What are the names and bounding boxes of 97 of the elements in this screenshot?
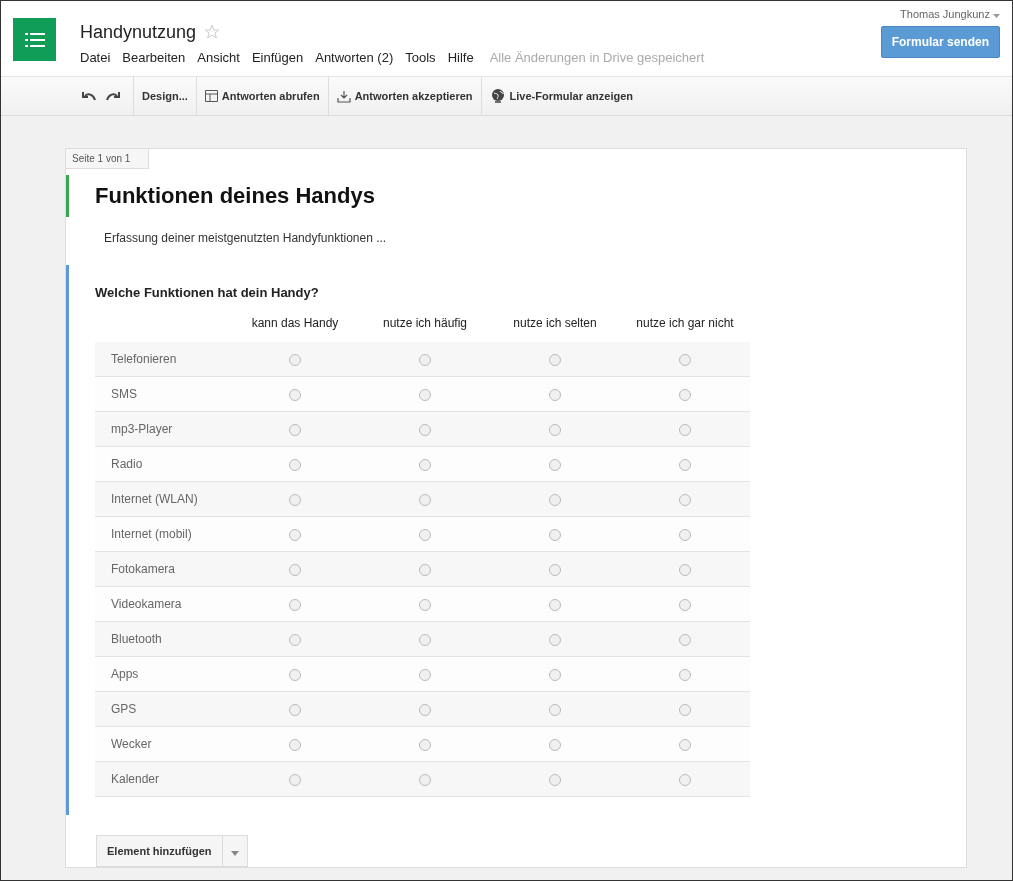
radio-button[interactable]: [419, 353, 431, 366]
radio-button[interactable]: [289, 353, 301, 366]
table-icon: [204, 90, 218, 102]
dropdown-button[interactable]: [222, 835, 248, 867]
column-header: kann das Handy: [251, 316, 339, 330]
row-label: Kalender: [111, 772, 160, 786]
radio-button[interactable]: [289, 458, 301, 471]
radio-button[interactable]: [679, 353, 691, 366]
radio-button[interactable]: [679, 738, 691, 751]
radio-button[interactable]: [289, 738, 301, 751]
globe-icon: [489, 88, 506, 104]
toolbar-button[interactable]: Antworten abrufen: [195, 77, 328, 115]
menu-item[interactable]: Tools: [399, 50, 442, 65]
radio-button[interactable]: [549, 633, 561, 646]
radio-button[interactable]: [289, 528, 301, 541]
menu-item[interactable]: Hilfe: [441, 50, 480, 65]
forms-logo-icon[interactable]: [13, 18, 56, 61]
radio-button[interactable]: [289, 668, 301, 681]
radio-button[interactable]: [289, 563, 301, 576]
row-label: Internet (WLAN): [111, 492, 198, 506]
radio-button[interactable]: [289, 633, 301, 646]
radio-button[interactable]: [289, 773, 301, 786]
toolbar-button[interactable]: Live-Formular anzeigen: [480, 77, 642, 115]
row-label: Wecker: [111, 737, 152, 751]
row-label: Bluetooth: [111, 632, 162, 646]
radio-button[interactable]: [419, 458, 431, 471]
radio-button[interactable]: [289, 423, 301, 436]
menu-item[interactable]: Ansicht: [191, 50, 246, 65]
radio-button[interactable]: [549, 458, 561, 471]
radio-button[interactable]: [549, 563, 561, 576]
radio-button[interactable]: [549, 703, 561, 716]
column-header: nutze ich selten: [513, 316, 597, 330]
column-header: nutze ich häufig: [382, 316, 468, 330]
radio-button[interactable]: [679, 388, 691, 401]
column-header: nutze ich gar nicht: [636, 316, 734, 330]
question-title[interactable]: Welche Funktionen hat dein Handy?: [95, 285, 966, 300]
row-label: SMS: [111, 387, 137, 401]
radio-button[interactable]: [679, 563, 691, 576]
radio-button[interactable]: [419, 528, 431, 541]
radio-button[interactable]: [419, 633, 431, 646]
menu-item[interactable]: Einfügen: [245, 50, 310, 65]
add-element-button[interactable]: Element hinzufügen: [96, 835, 223, 867]
radio-button[interactable]: [419, 388, 431, 401]
radio-button[interactable]: [679, 493, 691, 506]
radio-button[interactable]: [289, 388, 301, 401]
radio-button[interactable]: [679, 423, 691, 436]
row-label: Fotokamera: [111, 562, 176, 576]
toolbar-button[interactable]: Antworten akzeptieren: [327, 77, 481, 115]
radio-button[interactable]: [679, 703, 691, 716]
radio-button[interactable]: [419, 668, 431, 681]
menu-item[interactable]: Datei: [80, 50, 117, 65]
radio-button[interactable]: [679, 458, 691, 471]
menu-item[interactable]: Antworten (2): [309, 50, 400, 65]
user-name[interactable]: Thomas Jungkunz: [900, 8, 1000, 20]
radio-button[interactable]: [679, 773, 691, 786]
radio-button[interactable]: [679, 598, 691, 611]
redo-icon[interactable]: [105, 90, 121, 102]
row-label: mp3-Player: [111, 422, 173, 436]
row-label: Radio: [111, 457, 143, 471]
radio-button[interactable]: [549, 353, 561, 366]
row-label: Telefonieren: [111, 352, 177, 366]
radio-button[interactable]: [419, 773, 431, 786]
radio-button[interactable]: [419, 703, 431, 716]
star-icon[interactable]: [204, 24, 221, 40]
radio-button[interactable]: [419, 563, 431, 576]
document-title[interactable]: Handynutzung: [80, 21, 197, 43]
menu-item[interactable]: Bearbeiten: [116, 50, 192, 65]
row-label: Internet (mobil): [111, 527, 192, 541]
radio-button[interactable]: [549, 493, 561, 506]
radio-button[interactable]: [289, 493, 301, 506]
row-label: Apps: [111, 667, 139, 681]
radio-button[interactable]: [549, 598, 561, 611]
radio-button[interactable]: [549, 423, 561, 436]
form-description[interactable]: Erfassung deiner meistgenutzten Handyfunktionen ...: [104, 231, 966, 245]
download-icon: [336, 89, 351, 103]
form-title[interactable]: Funktionen deines Handys: [95, 183, 966, 209]
toolbar-button[interactable]: Design...: [133, 77, 196, 115]
radio-button[interactable]: [289, 703, 301, 716]
radio-button[interactable]: [549, 773, 561, 786]
caret-icon: [230, 850, 239, 856]
radio-button[interactable]: [679, 668, 691, 681]
caret-icon[interactable]: [993, 14, 1000, 18]
save-status: Alle Änderungen in Drive gespeichert: [489, 50, 705, 65]
radio-button[interactable]: [419, 493, 431, 506]
undo-icon[interactable]: [81, 90, 97, 102]
radio-button[interactable]: [289, 598, 301, 611]
radio-button[interactable]: [679, 528, 691, 541]
radio-button[interactable]: [549, 738, 561, 751]
radio-button[interactable]: [679, 633, 691, 646]
radio-button[interactable]: [419, 423, 431, 436]
radio-button[interactable]: [419, 738, 431, 751]
radio-button[interactable]: [549, 668, 561, 681]
row-label: GPS: [111, 702, 137, 716]
radio-button[interactable]: [419, 598, 431, 611]
radio-button[interactable]: [549, 388, 561, 401]
row-label: Videokamera: [111, 597, 182, 611]
radio-button[interactable]: [549, 528, 561, 541]
